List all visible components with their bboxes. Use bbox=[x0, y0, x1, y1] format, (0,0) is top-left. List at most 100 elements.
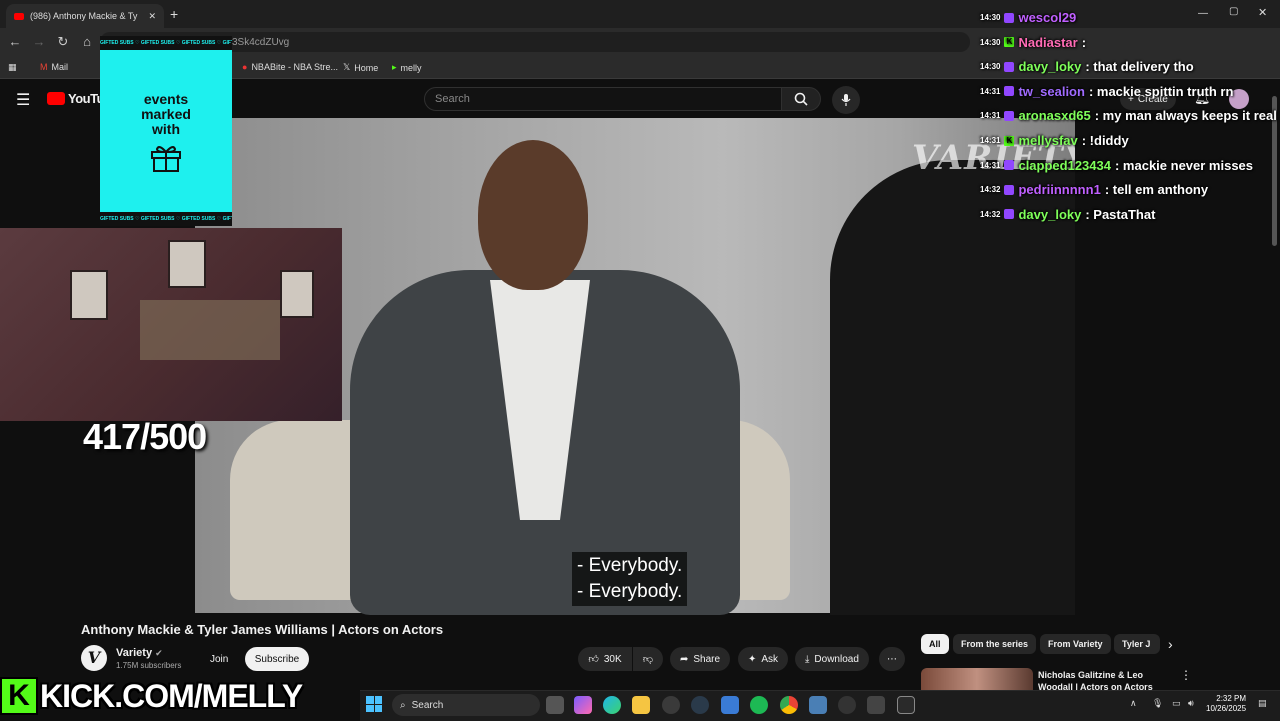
spotify-icon[interactable] bbox=[750, 696, 768, 714]
search-button[interactable] bbox=[781, 87, 821, 111]
url-text: 3Sk4cdZUvg bbox=[232, 36, 290, 48]
gift-overlay-text: events marked with bbox=[141, 91, 191, 137]
kick-bookmark-icon: ▸ bbox=[392, 62, 397, 72]
close-tab-icon[interactable]: ✕ bbox=[148, 11, 156, 22]
chat-timestamp: 14:31 bbox=[980, 111, 1001, 121]
more-actions-button[interactable]: ⋯ bbox=[879, 647, 905, 671]
bookmark-nbabite[interactable]: ● NBABite - NBA Stre... bbox=[242, 62, 338, 72]
kick-url: KICK.COM/MELLY bbox=[40, 677, 303, 714]
chat-timestamp: 14:30 bbox=[980, 13, 1001, 22]
bookmark-melly[interactable]: ▸ melly bbox=[392, 62, 422, 73]
wall-frame bbox=[168, 240, 206, 288]
volume-icon[interactable]: 🔊︎ bbox=[1188, 698, 1194, 709]
video-title: Anthony Mackie & Tyler James Williams | … bbox=[81, 622, 444, 637]
chat-message: 14:30 K Nadiastar: bbox=[980, 35, 1086, 50]
chat-username: davy_loky bbox=[1018, 206, 1082, 222]
xbox-icon[interactable] bbox=[662, 696, 680, 714]
twitch-badge-icon bbox=[1004, 160, 1015, 171]
twitch-badge-icon bbox=[1004, 110, 1015, 121]
menu-icon[interactable]: ☰ bbox=[16, 90, 30, 110]
chips-next-icon[interactable]: › bbox=[1168, 636, 1173, 652]
more-icon: ⋯ bbox=[887, 653, 897, 665]
tab-title: (986) Anthony Mackie & Ty bbox=[30, 11, 138, 21]
chat-message: 14:31 tw_sealion: mackie spittin truth rn bbox=[980, 84, 1233, 99]
mic-tray-icon[interactable]: 🎙︎ bbox=[1152, 698, 1163, 709]
dislike-button[interactable]: 👎︎ bbox=[633, 647, 663, 671]
home-icon[interactable]: ⌂ bbox=[79, 34, 95, 49]
chat-message: 14:31 clapped123434: mackie never misses bbox=[980, 158, 1253, 173]
media-player-icon[interactable] bbox=[838, 696, 856, 714]
copilot-icon[interactable] bbox=[574, 696, 592, 714]
task-view-icon[interactable] bbox=[546, 696, 564, 714]
search-input[interactable]: Search bbox=[424, 87, 782, 111]
back-icon[interactable]: ← bbox=[7, 34, 23, 49]
chat-username: mellysfav bbox=[1018, 133, 1078, 148]
download-button[interactable]: ⤓ Download bbox=[795, 647, 869, 671]
forward-icon[interactable]: → bbox=[31, 34, 47, 49]
browser-tab[interactable]: (986) Anthony Mackie & Ty ✕ bbox=[6, 4, 164, 28]
new-tab-button[interactable]: + bbox=[170, 6, 178, 22]
kick-badge-icon: K bbox=[1004, 37, 1015, 48]
chat-timestamp: 14:32 bbox=[980, 209, 1001, 219]
chat-username: tw_sealion bbox=[1018, 83, 1085, 99]
close-window-icon[interactable]: ✕ bbox=[1258, 6, 1267, 19]
browser-tab-bar bbox=[0, 0, 1280, 28]
recommended-title[interactable]: Nicholas Galitzine & Leo Woodall | Actor… bbox=[1038, 669, 1158, 691]
recommended-menu-icon[interactable]: ⋮ bbox=[1180, 668, 1192, 682]
bookmark-mail[interactable]: M Mail bbox=[40, 62, 68, 72]
obs-icon[interactable] bbox=[897, 696, 915, 714]
speaker-head bbox=[478, 140, 588, 290]
taskbar-search[interactable]: ⌕ Search bbox=[392, 694, 540, 716]
steam-icon[interactable] bbox=[691, 696, 709, 714]
reload-icon[interactable]: ↻ bbox=[55, 34, 71, 50]
app-icon[interactable] bbox=[867, 696, 885, 714]
minimize-icon[interactable]: — bbox=[1198, 8, 1208, 19]
channel-avatar[interactable]: V bbox=[81, 645, 107, 671]
taskbar-clock[interactable]: 2:32 PM 10/26/2025 bbox=[1206, 694, 1246, 714]
start-icon[interactable] bbox=[366, 696, 382, 712]
recommended-thumbnail[interactable] bbox=[921, 668, 1033, 690]
join-button[interactable]: Join bbox=[200, 647, 238, 671]
thumbs-down-icon: 👎︎ bbox=[642, 654, 654, 665]
chip-tyler[interactable]: Tyler J bbox=[1114, 634, 1160, 654]
chat-timestamp: 14:31 bbox=[980, 160, 1001, 170]
apps-icon[interactable]: ▦ bbox=[8, 62, 17, 73]
chat-timestamp: 14:30 bbox=[980, 37, 1001, 47]
chat-text: : my man always keeps it real bbox=[1094, 108, 1277, 124]
channel-name[interactable]: Variety ✔︎ bbox=[116, 647, 163, 659]
nbabite-icon: ● bbox=[242, 62, 248, 72]
chip-from-series[interactable]: From the series bbox=[953, 634, 1037, 654]
voice-search-button[interactable] bbox=[832, 86, 860, 114]
interviewer-silhouette bbox=[830, 160, 1075, 615]
maximize-icon[interactable]: ▢ bbox=[1229, 6, 1238, 17]
store-icon[interactable] bbox=[721, 696, 739, 714]
wall-frame bbox=[70, 270, 108, 320]
chip-all[interactable]: All bbox=[921, 634, 949, 654]
gift-band-bottom: GIFTED SUBS ♡ GIFTED SUBS ♡ GIFTED SUBS … bbox=[100, 212, 232, 226]
chat-username: wescol29 bbox=[1018, 10, 1077, 25]
chat-text: : mackie never misses bbox=[1114, 157, 1254, 173]
microphone-icon bbox=[841, 94, 851, 106]
chat-text: : !diddy bbox=[1081, 133, 1129, 148]
notification-center-icon[interactable]: ▤ bbox=[1258, 698, 1267, 709]
twitch-badge-icon bbox=[1004, 61, 1015, 72]
bookmark-home[interactable]: 𝕏 Home bbox=[343, 62, 378, 73]
edge-icon[interactable] bbox=[603, 696, 621, 714]
chat-text: : mackie spittin truth rn bbox=[1088, 83, 1234, 99]
photos-icon[interactable] bbox=[809, 696, 827, 714]
chip-from-variety[interactable]: From Variety bbox=[1040, 634, 1111, 654]
youtube-favicon-icon bbox=[14, 12, 24, 20]
kick-branding: K KICK.COM/MELLY bbox=[0, 676, 303, 716]
share-button[interactable]: ➦ Share bbox=[670, 647, 731, 671]
chrome-icon[interactable] bbox=[780, 696, 798, 714]
share-icon: ➦ bbox=[680, 653, 689, 665]
file-explorer-icon[interactable] bbox=[632, 696, 650, 714]
verified-icon: ✔︎ bbox=[155, 648, 163, 658]
like-button[interactable]: 👍︎ 30K bbox=[578, 647, 632, 671]
subscribe-button[interactable]: Subscribe bbox=[245, 647, 309, 671]
chat-username: pedriinnnnn1 bbox=[1018, 182, 1101, 198]
tray-chevron-icon[interactable]: ∧ bbox=[1130, 698, 1137, 709]
room-desk bbox=[140, 300, 280, 360]
network-icon[interactable]: ▭ bbox=[1172, 698, 1181, 709]
ask-button[interactable]: ✦ Ask bbox=[738, 647, 789, 671]
